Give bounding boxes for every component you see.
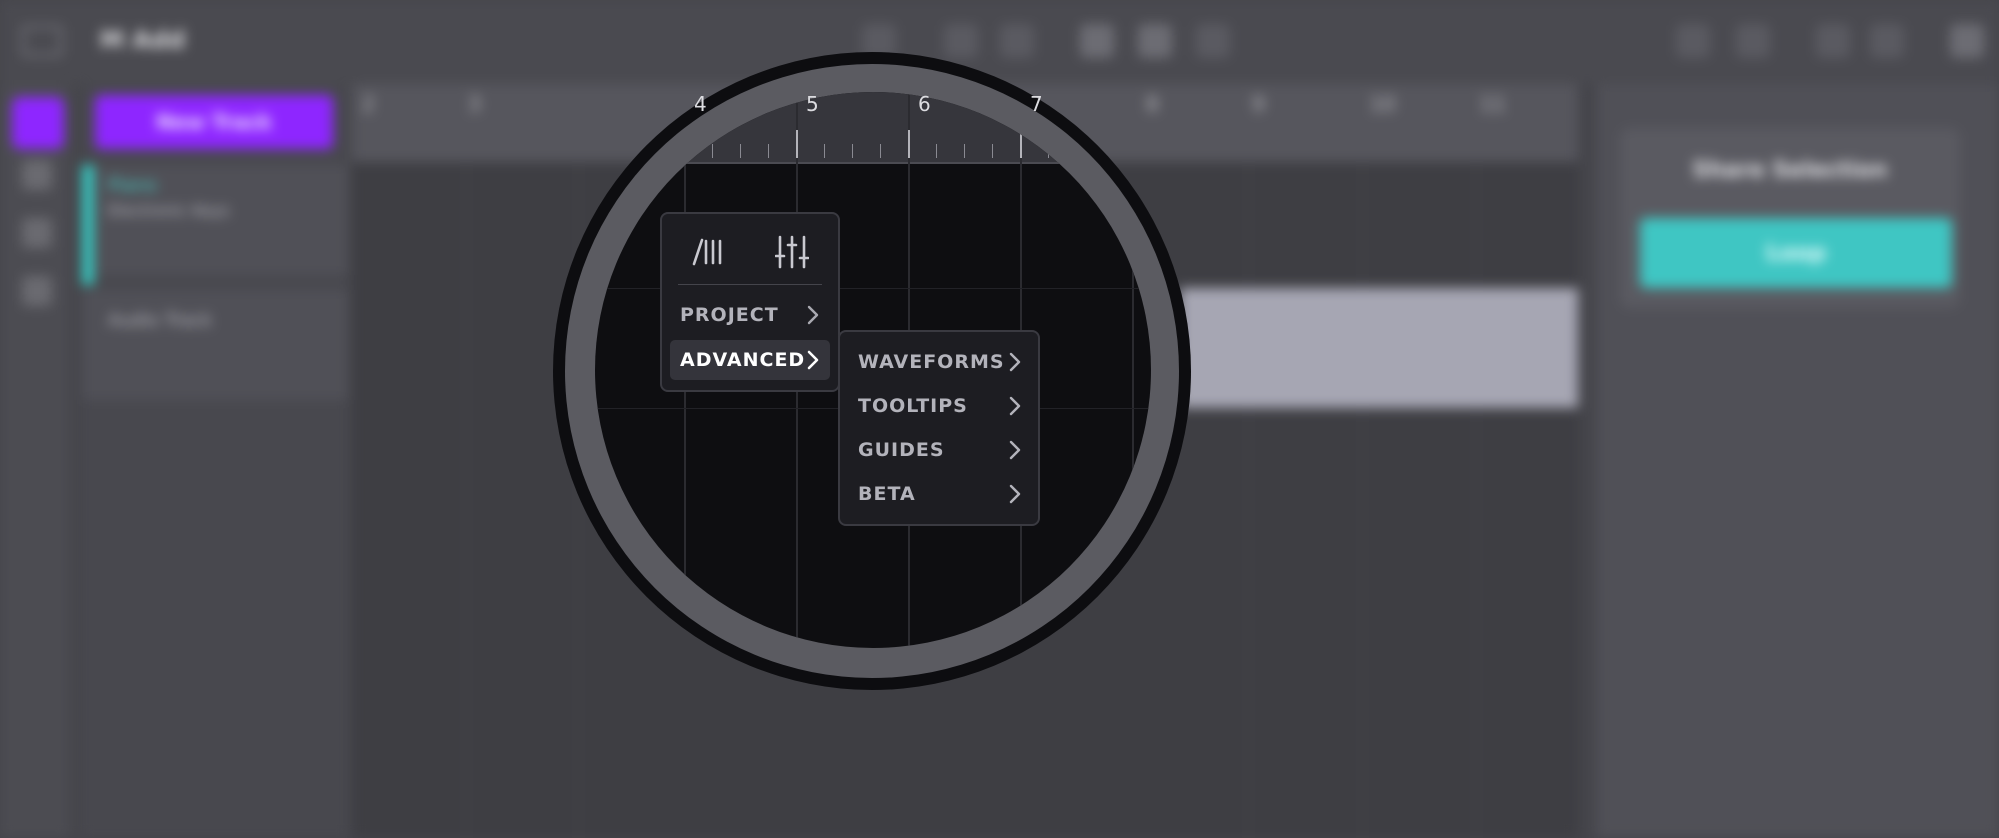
ruler-tick: [880, 144, 881, 158]
ruler-tick: [852, 144, 853, 158]
menu-item-project[interactable]: PROJECT: [670, 296, 830, 334]
grid-line: [1362, 162, 1363, 838]
track-name: Piano: [108, 175, 157, 196]
undo-icon[interactable]: [944, 24, 978, 58]
ruler-number: 6: [918, 92, 931, 116]
ruler-number: 9: [1252, 92, 1265, 116]
share-title: Share Selection: [1692, 158, 1888, 183]
track-row[interactable]: Audio Track: [82, 290, 348, 400]
pencil-icon[interactable]: [22, 218, 52, 248]
loop-button[interactable]: Loop: [1640, 218, 1952, 288]
ruler-number: 4: [694, 92, 707, 116]
menu-item-label: WAVEFORMS: [858, 351, 1005, 373]
menu-item-advanced[interactable]: ADVANCED: [670, 340, 830, 380]
chevron-right-icon: [1009, 440, 1021, 460]
record-icon[interactable]: [1138, 24, 1172, 58]
ruler-tick: [1020, 130, 1022, 158]
ruler-tick: [712, 144, 713, 158]
app-logo-icon[interactable]: [22, 26, 62, 56]
chevron-right-icon: [807, 305, 819, 325]
ruler-number: 2: [362, 92, 375, 116]
profile-avatar[interactable]: [1950, 24, 1984, 58]
lens-ruler: [595, 92, 1151, 162]
grid-line: [1248, 162, 1249, 838]
song-title[interactable]: M Add: [100, 26, 185, 54]
zoom-out-icon[interactable]: [1676, 24, 1710, 58]
menu-item-label: GUIDES: [858, 439, 945, 461]
ruler-number: 11: [1480, 92, 1506, 116]
ruler-number: 5: [806, 92, 819, 116]
submenu-item-waveforms[interactable]: WAVEFORMS: [848, 342, 1032, 382]
settings-icon[interactable]: [1870, 24, 1904, 58]
chevron-right-icon: [1009, 352, 1021, 372]
ruler-tick: [684, 130, 686, 158]
ruler-tick: [936, 144, 937, 158]
menu-item-label: ADVANCED: [680, 349, 806, 371]
ruler-tick: [1104, 144, 1105, 158]
track-row[interactable]: Piano Electronic Keys: [82, 165, 348, 275]
ruler-tick: [1076, 144, 1077, 158]
loop-icon[interactable]: [1196, 24, 1230, 58]
ruler-tick: [740, 144, 741, 158]
chevron-right-icon: [1009, 484, 1021, 504]
chevron-right-icon: [807, 350, 819, 370]
menu-divider: [678, 284, 822, 285]
play-icon[interactable]: [1080, 24, 1114, 58]
grid-line: [466, 162, 467, 838]
ruler-tick: [1048, 144, 1049, 158]
settings-menu: PROJECT ADVANCED: [660, 212, 840, 392]
tracks-view-icon[interactable]: [12, 97, 64, 149]
user-icon[interactable]: [1816, 24, 1850, 58]
ruler-tick: [992, 144, 993, 158]
advanced-submenu: WAVEFORMS TOOLTIPS GUIDES BETA: [838, 330, 1040, 526]
zoom-in-icon[interactable]: [1736, 24, 1770, 58]
ruler-tick: [824, 144, 825, 158]
ruler-tick: [908, 130, 910, 158]
new-track-button[interactable]: New Track: [95, 95, 333, 149]
chevron-right-icon: [1009, 396, 1021, 416]
track-subtitle: Electronic Keys: [108, 201, 230, 220]
track-name: Audio Track: [108, 310, 212, 331]
ruler-number: 7: [1030, 92, 1043, 116]
ruler-number: 3: [468, 92, 481, 116]
redo-icon[interactable]: [1000, 24, 1034, 58]
submenu-item-beta[interactable]: BETA: [848, 474, 1032, 514]
effects-icon[interactable]: [22, 276, 52, 306]
metronome-bars-icon[interactable]: [687, 232, 727, 272]
ruler-tick: [964, 144, 965, 158]
instrument-icon[interactable]: [22, 160, 52, 190]
grid-line: [1132, 92, 1134, 648]
track-color-stripe: [82, 165, 94, 285]
submenu-item-guides[interactable]: GUIDES: [848, 430, 1032, 470]
submenu-item-tooltips[interactable]: TOOLTIPS: [848, 386, 1032, 426]
audio-clip[interactable]: [1180, 288, 1578, 408]
ruler-tick: [796, 130, 798, 158]
ruler-tick: [768, 144, 769, 158]
mixer-sliders-icon[interactable]: [772, 232, 812, 272]
menu-item-label: TOOLTIPS: [858, 395, 968, 417]
grid-line: [1476, 162, 1477, 838]
ruler-number: 10: [1370, 92, 1396, 116]
left-sidebar: [0, 84, 70, 838]
lens-ruler-base: [595, 162, 1151, 164]
menu-item-label: PROJECT: [680, 304, 779, 326]
menu-item-label: BETA: [858, 483, 916, 505]
